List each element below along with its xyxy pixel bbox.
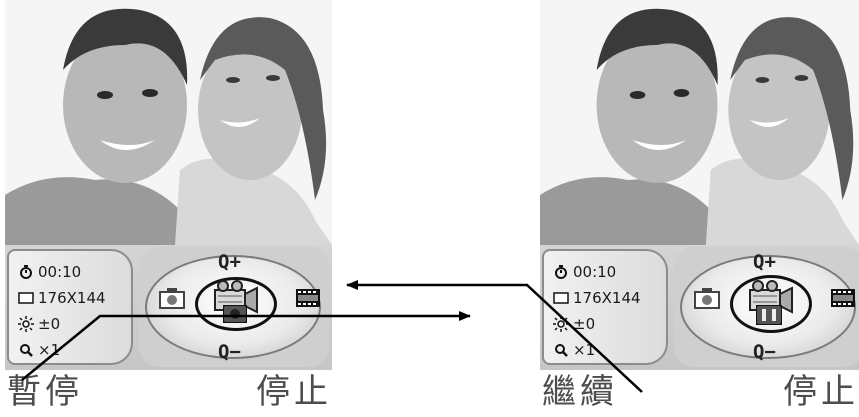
transition-arrows	[21, 280, 643, 393]
resume-to-pause-arrow	[346, 280, 643, 393]
pause-to-resume-arrow	[21, 311, 471, 381]
